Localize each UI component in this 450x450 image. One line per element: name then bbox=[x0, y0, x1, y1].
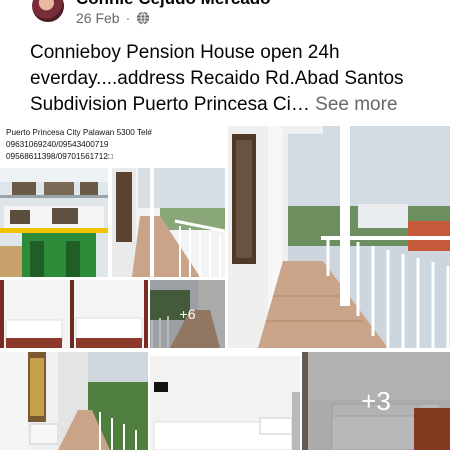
post-header: Connie Cejudo Mercado 26 Feb · bbox=[0, 0, 450, 38]
balcony-view-image bbox=[228, 126, 450, 348]
corridor-image bbox=[0, 352, 148, 450]
bedrooms-image bbox=[0, 280, 148, 348]
photo-bedrooms[interactable] bbox=[0, 280, 148, 348]
photo-corridor[interactable] bbox=[0, 352, 148, 450]
post-text-line: Connieboy Pension House open 24h bbox=[30, 42, 340, 63]
photo-room-tv[interactable] bbox=[150, 352, 300, 450]
post-meta: 26 Feb · bbox=[76, 10, 150, 26]
post-text: Connieboy Pension House open 24h everday… bbox=[30, 40, 435, 118]
avatar[interactable] bbox=[30, 0, 66, 24]
post-text-line-end: Subdivision Puerto Princesa Ci… bbox=[30, 94, 310, 115]
caption-line: Puerto Princesa City Palawan 5300 Tel# bbox=[6, 128, 152, 137]
more-photos-overlay[interactable]: +3 bbox=[302, 352, 450, 450]
room-tv-image bbox=[150, 352, 300, 450]
meta-separator: · bbox=[125, 10, 131, 26]
photo-balcony-view[interactable] bbox=[228, 126, 450, 348]
caption-line: 09631069240/09543400719 bbox=[6, 140, 109, 150]
see-more-link[interactable]: See more bbox=[315, 94, 397, 115]
phone-caption: Puerto Princesa City Palawan 5300 Tel# 0… bbox=[0, 126, 225, 168]
post-text-line: Subdivision Puerto Princesa Ci… See more bbox=[30, 92, 435, 118]
post-date[interactable]: 26 Feb bbox=[76, 10, 120, 26]
author-name[interactable]: Connie Cejudo Mercado bbox=[76, 0, 271, 9]
post-text-line: everday....address Recaido Rd.Abad Santo… bbox=[30, 68, 404, 89]
globe-icon bbox=[137, 11, 150, 25]
more-photos-overlay[interactable]: +6 bbox=[150, 280, 225, 348]
caption-line: 09568611398/09701561712□ bbox=[6, 152, 113, 162]
